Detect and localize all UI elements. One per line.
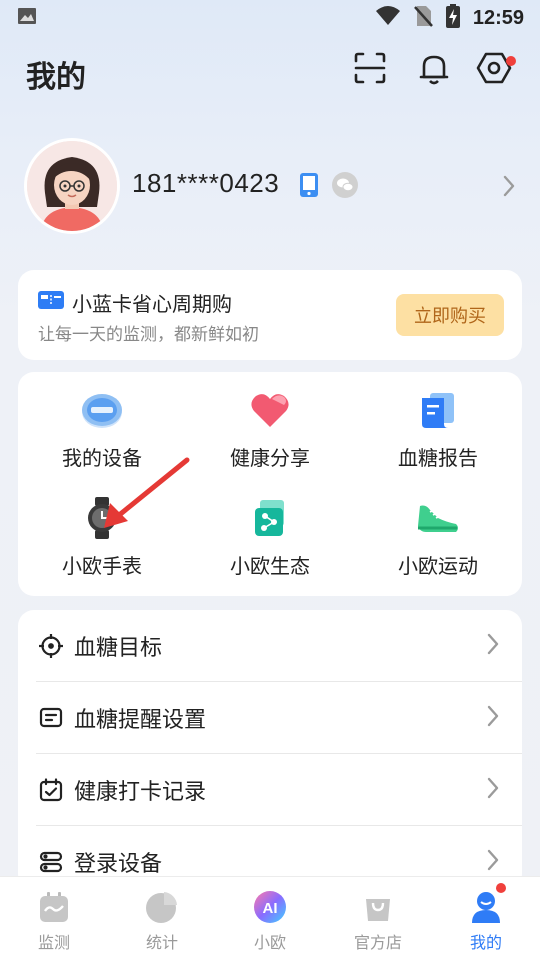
promo-title: 小蓝卡省心周期购 — [72, 292, 232, 316]
grid-item-ou-watch[interactable]: 小欧手表 — [18, 480, 186, 588]
target-icon — [38, 633, 64, 659]
list-label: 血糖目标 — [74, 636, 163, 661]
settings-badge — [506, 56, 516, 66]
sneaker-icon — [414, 494, 462, 542]
list-label: 健康打卡记录 — [74, 780, 207, 805]
tab-label: 我的 — [469, 933, 502, 952]
grid-label: 小欧手表 — [62, 554, 142, 578]
chevron-right-icon — [486, 776, 500, 804]
bell-icon — [416, 50, 452, 90]
pie-chart-icon — [144, 889, 180, 925]
watch-icon — [78, 494, 126, 542]
device-icon — [78, 386, 126, 434]
wifi-icon — [375, 5, 401, 31]
status-time: 12:59 — [472, 6, 524, 29]
chevron-right-icon — [486, 848, 500, 876]
tab-statistics[interactable]: 统计 — [108, 877, 216, 960]
settings-button[interactable] — [474, 49, 516, 91]
promo-card[interactable]: 小蓝卡省心周期购 让每一天的监测，都新鲜如初 立即购买 — [18, 270, 522, 360]
devices-icon — [38, 849, 64, 875]
scan-button[interactable] — [350, 50, 390, 90]
ecosystem-icon — [246, 494, 294, 542]
avatar[interactable] — [24, 138, 120, 234]
tab-official-store[interactable]: 官方店 — [324, 877, 432, 960]
chevron-right-icon — [486, 632, 500, 660]
list-item-glucose-reminder[interactable]: 血糖提醒设置 — [18, 682, 522, 754]
tab-label: 小欧 — [253, 933, 286, 952]
list-label: 登录设备 — [74, 852, 163, 877]
phone-bound-icon — [296, 172, 322, 198]
report-icon — [414, 386, 462, 434]
wechat-icon[interactable] — [332, 172, 358, 198]
tab-mine[interactable]: 我的 — [432, 877, 540, 960]
card-icon — [38, 290, 64, 314]
settings-list: 血糖目标 血糖提醒设置 健康打卡记录 登录设备 — [18, 610, 522, 890]
grid-item-ou-sport[interactable]: 小欧运动 — [354, 480, 522, 588]
heart-share-icon — [246, 386, 294, 434]
scan-icon — [352, 50, 388, 90]
grid-item-glucose-report[interactable]: 血糖报告 — [354, 372, 522, 480]
grid-label: 小欧运动 — [398, 554, 478, 578]
promo-subtitle: 让每一天的监测，都新鲜如初 — [38, 325, 259, 345]
svg-text:AI: AI — [263, 900, 278, 917]
calendar-check-icon — [38, 777, 64, 803]
battery-charging-icon — [445, 3, 461, 33]
header: 我的 — [0, 40, 540, 104]
buy-now-button[interactable]: 立即购买 — [396, 294, 504, 336]
tab-xiaoou-ai[interactable]: AI 小欧 — [216, 877, 324, 960]
grid-label: 血糖报告 — [398, 446, 478, 470]
tab-label: 监测 — [37, 933, 70, 952]
ai-icon: AI — [252, 889, 288, 925]
settings-hex-icon — [475, 49, 513, 91]
tab-badge — [496, 883, 506, 893]
list-item-glucose-target[interactable]: 血糖目标 — [18, 610, 522, 682]
no-sim-icon — [413, 4, 433, 32]
grid-item-my-devices[interactable]: 我的设备 — [18, 372, 186, 480]
message-icon — [38, 705, 64, 731]
shopping-bag-icon — [360, 889, 396, 925]
grid-item-health-share[interactable]: 健康分享 — [186, 372, 354, 480]
page-title: 我的 — [26, 60, 86, 95]
tab-monitor[interactable]: 监测 — [0, 877, 108, 960]
tab-label: 官方店 — [353, 933, 402, 952]
tab-label: 统计 — [145, 933, 178, 952]
profile-section[interactable]: 181****0423 — [22, 136, 522, 236]
status-bar: 12:59 — [0, 0, 540, 36]
grid-label: 健康分享 — [230, 446, 310, 470]
list-label: 血糖提醒设置 — [74, 708, 207, 733]
chevron-right-icon — [486, 704, 500, 732]
grid-item-ou-ecosystem[interactable]: 小欧生态 — [186, 480, 354, 588]
list-item-checkin-records[interactable]: 健康打卡记录 — [18, 754, 522, 826]
gallery-notification-icon — [16, 5, 38, 31]
bottom-nav: 监测 统计 AI 小欧 官方店 我的 — [0, 876, 540, 960]
phone-number: 181****0423 — [132, 168, 280, 198]
features-grid: 我的设备 健康分享 血糖报告 小欧手表 小欧生态 小欧运动 — [18, 372, 522, 596]
user-icon — [468, 889, 504, 925]
grid-label: 小欧生态 — [230, 554, 310, 578]
profile-chevron-icon — [502, 174, 516, 198]
notification-button[interactable] — [414, 50, 454, 90]
grid-label: 我的设备 — [62, 446, 142, 470]
monitor-icon — [36, 889, 72, 925]
